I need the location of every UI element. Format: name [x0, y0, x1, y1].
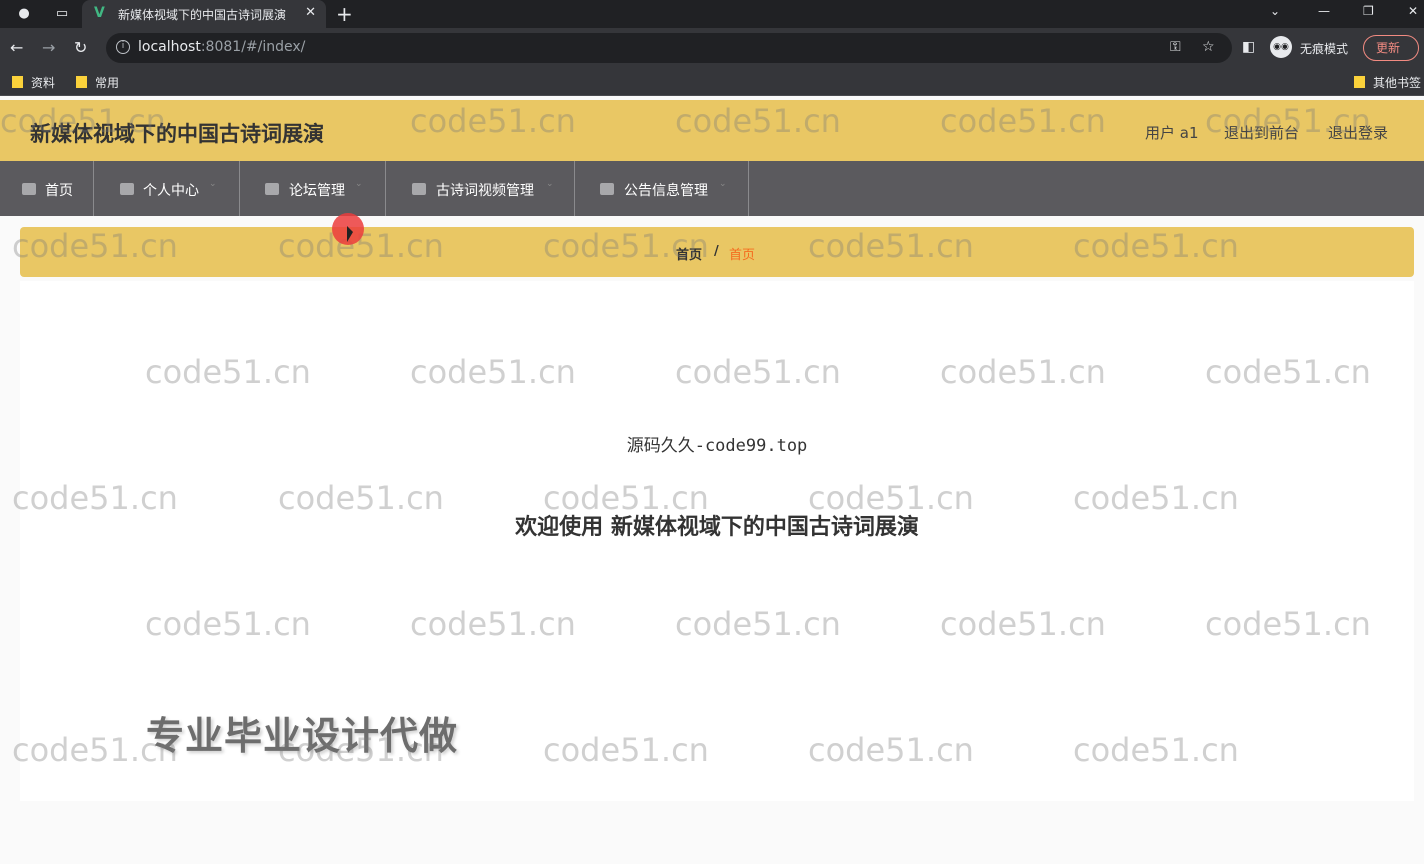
menu-item-home[interactable]: 首页	[0, 161, 94, 216]
folder-icon	[1354, 76, 1365, 88]
update-button[interactable]: 更新	[1363, 35, 1419, 61]
breadcrumb: 首页 / 首页	[20, 227, 1414, 277]
restore-icon[interactable]: ❐	[1363, 4, 1374, 18]
app-root: 新媒体视域下的中国古诗词展演 用户 a1 退出到前台 退出登录 首页 个人中心 …	[0, 96, 1424, 864]
bookmark-star-icon[interactable]: ☆	[1202, 39, 1215, 55]
incognito-icon[interactable]: ●	[14, 4, 34, 24]
close-tab-icon[interactable]: ✕	[305, 5, 316, 20]
other-bookmarks[interactable]: 其他书签	[1354, 74, 1421, 91]
home-icon	[22, 183, 36, 195]
bookmarks-bar: 资料 常用 其他书签	[0, 68, 1424, 96]
vue-favicon-icon: V	[94, 5, 105, 21]
logout-link[interactable]: 退出登录	[1328, 122, 1388, 143]
trophy-icon	[600, 183, 614, 195]
promo-text: 专业毕业设计代做	[146, 714, 459, 758]
chevron-down-icon: ⌄	[209, 179, 217, 189]
menu-item-forum[interactable]: 论坛管理 ⌄	[240, 161, 386, 216]
folder-icon	[76, 76, 87, 88]
chevron-down-icon: ⌄	[355, 179, 363, 189]
key-icon[interactable]: ⚿	[1170, 39, 1181, 55]
user-icon	[120, 183, 134, 195]
bookmark-folder-ziliao[interactable]: 资料	[12, 74, 55, 91]
tab-list-chevron-icon[interactable]: ⌄	[1270, 4, 1280, 18]
tab-title: 新媒体视域下的中国古诗词展演	[118, 8, 287, 22]
back-icon[interactable]: ←	[10, 38, 23, 57]
bell-icon	[412, 183, 426, 195]
app-title: 新媒体视域下的中国古诗词展演	[30, 122, 324, 146]
browser-toolbar: ← → ↻ i localhost:8081/#/index/ ⚿ ☆ ◧ ◉◉…	[0, 28, 1424, 68]
browser-tab[interactable]: V 新媒体视域下的中国古诗词展演 ✕	[82, 0, 326, 28]
browser-tab-strip: ● ▭ V 新媒体视域下的中国古诗词展演 ✕ + ⌄ — ❐ ✕	[0, 0, 1424, 28]
breadcrumb-home[interactable]: 首页	[676, 244, 702, 263]
menu-item-announcement[interactable]: 公告信息管理 ⌄	[575, 161, 749, 216]
close-window-icon[interactable]: ✕	[1408, 4, 1418, 18]
chevron-down-icon: ⌄	[546, 179, 554, 189]
minimize-icon[interactable]: —	[1318, 4, 1330, 18]
forward-icon[interactable]: →	[42, 38, 55, 57]
to-frontend-link[interactable]: 退出到前台	[1224, 122, 1299, 143]
source-subtitle: 源码久久-code99.top	[626, 436, 808, 456]
site-info-icon[interactable]: i	[116, 40, 130, 54]
address-bar[interactable]: i localhost:8081/#/index/ ⚿ ☆	[106, 33, 1232, 63]
reload-icon[interactable]: ↻	[74, 38, 87, 57]
mouse-cursor-icon	[347, 226, 353, 242]
side-panel-icon[interactable]: ◧	[1242, 39, 1255, 55]
incognito-avatar-icon: ◉◉	[1270, 36, 1292, 58]
user-icon	[265, 183, 279, 195]
incognito-label: 无痕模式	[1300, 42, 1349, 56]
main-content: 源码久久-code99.top 欢迎使用 新媒体视域下的中国古诗词展演 专业毕业…	[20, 281, 1414, 801]
bookmark-folder-changyong[interactable]: 常用	[76, 74, 119, 91]
menu-item-poetry-video[interactable]: 古诗词视频管理 ⌄	[386, 161, 575, 216]
breadcrumb-current: 首页	[729, 248, 756, 263]
app-header: 新媒体视域下的中国古诗词展演 用户 a1 退出到前台 退出登录	[0, 100, 1424, 161]
menu-item-personal-center[interactable]: 个人中心 ⌄	[94, 161, 240, 216]
welcome-heading: 欢迎使用 新媒体视域下的中国古诗词展演	[515, 515, 919, 540]
tab-search-icon[interactable]: ▭	[52, 4, 72, 24]
new-tab-icon[interactable]: +	[336, 2, 353, 26]
folder-icon	[12, 76, 23, 88]
main-menu: 首页 个人中心 ⌄ 论坛管理 ⌄ 古诗词视频管理 ⌄ 公告信息管理 ⌄	[0, 161, 1424, 216]
breadcrumb-separator: /	[714, 244, 719, 259]
url-text[interactable]: localhost:8081/#/index/	[138, 39, 305, 55]
current-user[interactable]: 用户 a1	[1145, 122, 1199, 143]
chevron-down-icon: ⌄	[719, 179, 727, 189]
